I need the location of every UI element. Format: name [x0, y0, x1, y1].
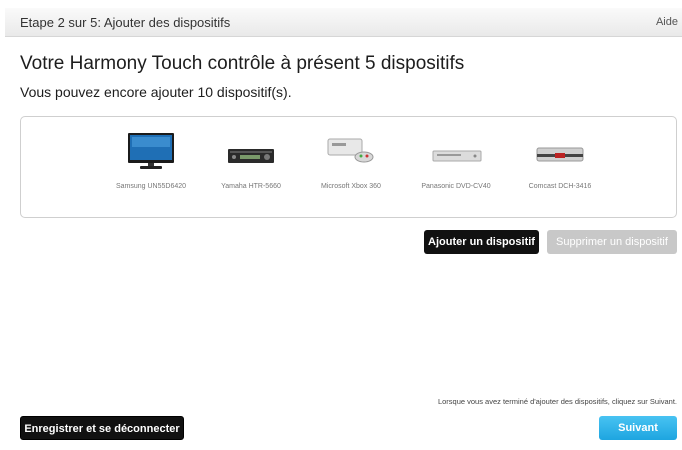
- television-icon: [96, 131, 206, 171]
- help-link[interactable]: Aide: [656, 16, 678, 28]
- cable-box-icon: [505, 131, 615, 171]
- device-item-cable[interactable]: Comcast DCH-3416: [505, 117, 615, 217]
- footer-hint: Lorsque vous avez terminé d'ajouter des …: [437, 397, 677, 406]
- av-receiver-icon: [196, 131, 306, 171]
- step-title: Etape 2 sur 5: Ajouter des dispositifs: [20, 15, 231, 30]
- device-item-receiver[interactable]: Yamaha HTR-5660: [196, 117, 306, 217]
- game-console-icon: [296, 131, 406, 171]
- device-label: Microsoft Xbox 360: [321, 183, 381, 190]
- devices-panel: Samsung UN55D6420 Yamaha HTR-5660 Micros: [20, 116, 677, 218]
- device-item-tv[interactable]: Samsung UN55D6420: [96, 117, 206, 217]
- device-label: Comcast DCH-3416: [528, 183, 592, 190]
- add-device-button[interactable]: Ajouter un dispositif: [424, 230, 539, 254]
- device-label: Panasonic DVD-CV40: [421, 183, 491, 190]
- page-subtitle: Vous pouvez encore ajouter 10 dispositif…: [20, 84, 292, 100]
- device-label: Yamaha HTR-5660: [221, 183, 281, 190]
- device-item-dvd[interactable]: Panasonic DVD-CV40: [401, 117, 511, 217]
- remove-device-button[interactable]: Supprimer un dispositif: [547, 230, 677, 254]
- top-bar: Etape 2 sur 5: Ajouter des dispositifs A…: [5, 8, 682, 37]
- next-button[interactable]: Suivant: [599, 416, 677, 440]
- save-logout-button[interactable]: Enregistrer et se déconnecter: [20, 416, 184, 440]
- device-item-xbox[interactable]: Microsoft Xbox 360: [296, 117, 406, 217]
- device-label: Samsung UN55D6420: [115, 183, 187, 190]
- page-title: Votre Harmony Touch contrôle à présent 5…: [20, 53, 465, 74]
- dvd-player-icon: [401, 131, 511, 171]
